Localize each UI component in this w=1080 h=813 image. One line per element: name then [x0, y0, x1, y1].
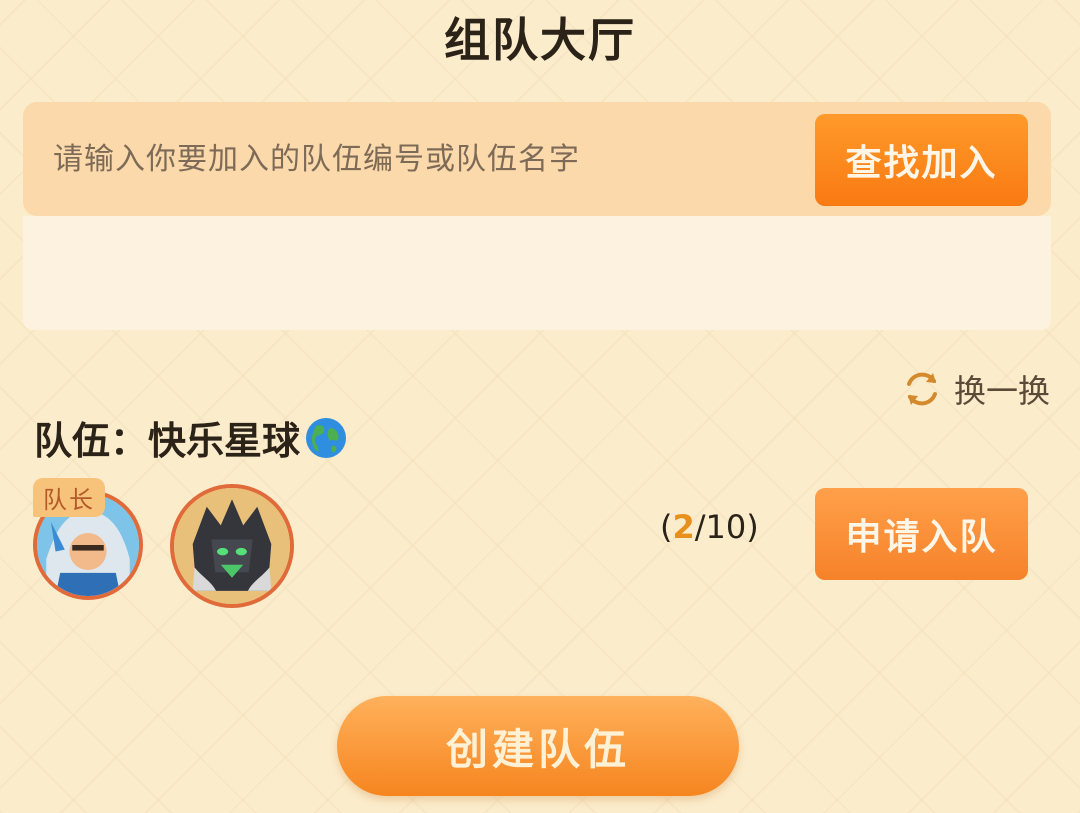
hero-avatar-dark — [174, 488, 290, 604]
captain-badge: 队长 — [33, 478, 105, 517]
apply-join-button[interactable]: 申请入队 — [815, 488, 1028, 580]
member-count-total: /10) — [694, 508, 759, 546]
page-title: 组队大厅 — [444, 13, 636, 67]
search-join-button[interactable]: 查找加入 — [815, 114, 1028, 206]
refresh-icon — [906, 372, 937, 406]
team-name: 队伍：快乐星球 — [34, 410, 350, 465]
results-area — [23, 216, 1051, 330]
search-bar: 查找加入 — [23, 102, 1051, 216]
member-avatar[interactable] — [170, 484, 294, 608]
member-count: (2/10) — [660, 508, 759, 546]
search-input[interactable] — [53, 102, 813, 216]
team-name-text: 队伍：快乐星球 — [34, 419, 301, 463]
create-team-button[interactable]: 创建队伍 — [337, 696, 739, 796]
member-count-current: 2 — [672, 508, 695, 546]
refresh-label: 换一换 — [953, 372, 1050, 410]
refresh-button[interactable]: 换一换 — [900, 366, 1050, 412]
globe-icon — [306, 417, 347, 458]
